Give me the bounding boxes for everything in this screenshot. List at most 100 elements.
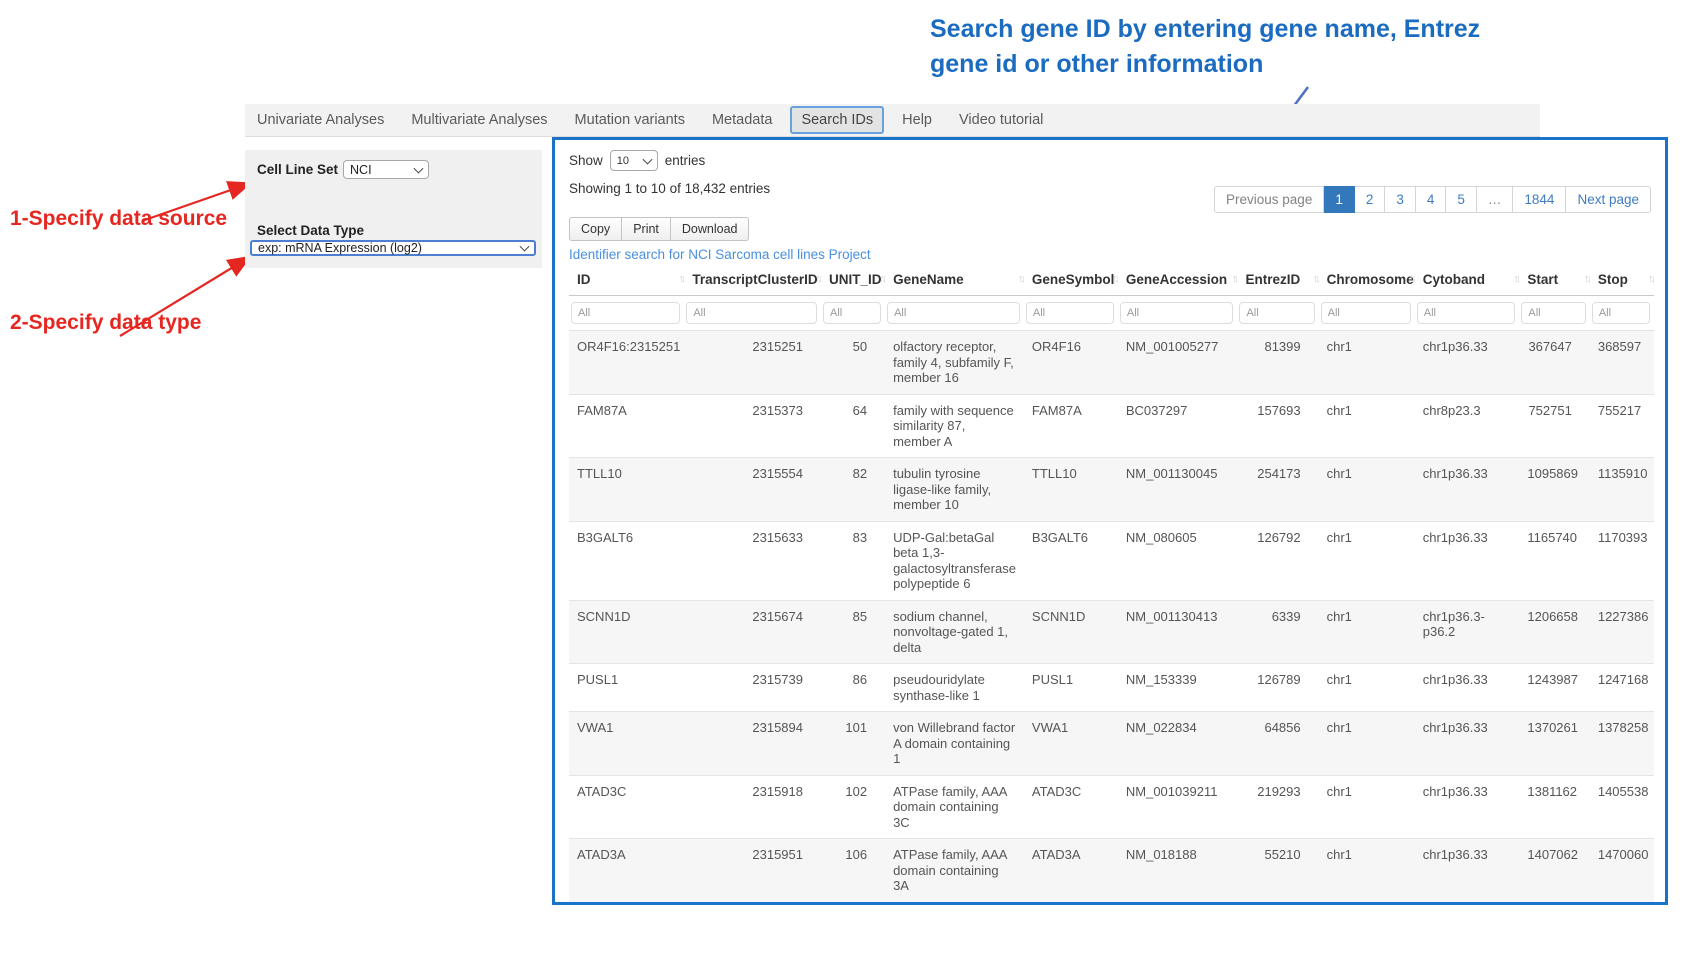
table-row: PUSL1231573986pseudouridylate synthase-l…: [569, 664, 1654, 712]
cell-transcriptclusterid: 2315373: [684, 394, 821, 458]
cell-geneaccession: NM_001130045: [1118, 458, 1238, 522]
sort-icon: ↑↓: [1018, 273, 1023, 285]
annotation-search-note: Search gene ID by entering gene name, En…: [930, 12, 1550, 82]
cell-id: VWA1: [569, 712, 684, 776]
identifier-search-link[interactable]: Identifier search for NCI Sarcoma cell l…: [569, 247, 871, 262]
cell-geneaccession: NM_001005277: [1118, 331, 1238, 395]
page: Search gene ID by entering gene name, En…: [0, 0, 1700, 956]
show-label: Show: [569, 153, 603, 168]
cell-transcriptclusterid: 2315918: [684, 775, 821, 839]
column-header-cytoband[interactable]: Cytoband↑↓: [1415, 266, 1520, 296]
filter-input-genesymbol[interactable]: [1026, 302, 1114, 324]
cell-genesymbol: SCNN1D: [1024, 600, 1118, 664]
filter-input-cytoband[interactable]: [1417, 302, 1516, 324]
tab-metadata[interactable]: Metadata: [712, 112, 772, 128]
page-size-select[interactable]: 10: [610, 150, 658, 171]
page-ellipsis: …: [1477, 186, 1514, 213]
cell-unit-id: 82: [821, 458, 885, 522]
sort-icon: ↑↓: [1513, 273, 1518, 285]
filter-input-transcriptclusterid[interactable]: [686, 302, 817, 324]
page-button-5[interactable]: 5: [1446, 186, 1477, 213]
column-header-genename[interactable]: GeneName↑↓: [885, 266, 1024, 296]
cell-cytoband: chr1p36.33: [1415, 521, 1520, 600]
cell-id: B3GALT6: [569, 521, 684, 600]
page-button-3[interactable]: 3: [1385, 186, 1416, 213]
page-button-2[interactable]: 2: [1355, 186, 1386, 213]
column-header-chromosome[interactable]: Chromosome↑↓: [1319, 266, 1415, 296]
tab-univariate-analyses[interactable]: Univariate Analyses: [257, 112, 384, 128]
cell-id: FAM87A: [569, 394, 684, 458]
cell-unit-id: 85: [821, 600, 885, 664]
cell-genesymbol: TTLL10: [1024, 458, 1118, 522]
column-header-stop[interactable]: Stop↑↓: [1590, 266, 1654, 296]
cell-genename: ATPase family, AAA domain containing 3C: [885, 775, 1024, 839]
cell-genesymbol: ATAD3C: [1024, 775, 1118, 839]
cell-chromosome: chr1: [1319, 394, 1415, 458]
cell-id: ATAD3A: [569, 839, 684, 902]
tab-search-ids[interactable]: Search IDs: [790, 106, 884, 134]
cell-chromosome: chr1: [1319, 331, 1415, 395]
filter-input-geneaccession[interactable]: [1120, 302, 1234, 324]
table-filter-row: [569, 296, 1654, 331]
column-header-entrezid[interactable]: EntrezID↑↓: [1237, 266, 1318, 296]
cell-entrezid: 6339: [1237, 600, 1318, 664]
cell-entrezid: 157693: [1237, 394, 1318, 458]
cell-transcriptclusterid: 2315633: [684, 521, 821, 600]
column-header-id[interactable]: ID↑↓: [569, 266, 684, 296]
data-type-select[interactable]: exp: mRNA Expression (log2): [250, 240, 536, 256]
cell-start: 1095869: [1519, 458, 1589, 522]
tab-multivariate-analyses[interactable]: Multivariate Analyses: [411, 112, 547, 128]
download-button[interactable]: Download: [671, 217, 750, 241]
copy-button[interactable]: Copy: [569, 217, 622, 241]
cell-chromosome: chr1: [1319, 521, 1415, 600]
page-button-4[interactable]: 4: [1416, 186, 1447, 213]
sort-icon: ↑↓: [1313, 273, 1318, 285]
page-size-control: Show 10 entries: [569, 150, 1651, 171]
cell-stop: 1247168: [1590, 664, 1654, 712]
column-header-geneaccession[interactable]: GeneAccession↑↓: [1118, 266, 1238, 296]
cell-entrezid: 55210: [1237, 839, 1318, 902]
cell-line-set-select[interactable]: NCI: [343, 160, 429, 179]
tab-video-tutorial[interactable]: Video tutorial: [959, 112, 1043, 128]
cell-unit-id: 102: [821, 775, 885, 839]
cell-genesymbol: ATAD3A: [1024, 839, 1118, 902]
tab-mutation-variants[interactable]: Mutation variants: [575, 112, 685, 128]
print-button[interactable]: Print: [622, 217, 671, 241]
gene-id-table: ID↑↓TranscriptClusterID↑↓UNIT_ID↑↓GeneNa…: [569, 266, 1654, 902]
column-header-start[interactable]: Start↑↓: [1519, 266, 1589, 296]
cell-chromosome: chr1: [1319, 775, 1415, 839]
cell-start: 1165740: [1519, 521, 1589, 600]
cell-id: ATAD3C: [569, 775, 684, 839]
data-type-value: exp: mRNA Expression (log2): [258, 241, 422, 255]
cell-stop: 1227386: [1590, 600, 1654, 664]
previous-page-button[interactable]: Previous page: [1214, 186, 1324, 213]
page-button-1844[interactable]: 1844: [1513, 186, 1566, 213]
column-header-genesymbol[interactable]: GeneSymbol↑↓: [1024, 266, 1118, 296]
table-row: ATAD3C2315918102ATPase family, AAA domai…: [569, 775, 1654, 839]
filter-input-chromosome[interactable]: [1321, 302, 1411, 324]
page-button-1[interactable]: 1: [1324, 186, 1355, 213]
cell-unit-id: 86: [821, 664, 885, 712]
filter-input-unit-id[interactable]: [823, 302, 881, 324]
tab-help[interactable]: Help: [902, 112, 932, 128]
cell-entrezid: 254173: [1237, 458, 1318, 522]
column-header-unit-id[interactable]: UNIT_ID↑↓: [821, 266, 885, 296]
sort-icon: ↑↓: [1409, 273, 1414, 285]
cell-chromosome: chr1: [1319, 664, 1415, 712]
cell-stop: 1405538: [1590, 775, 1654, 839]
filter-input-stop[interactable]: [1592, 302, 1650, 324]
filter-input-genename[interactable]: [887, 302, 1020, 324]
column-header-transcriptclusterid[interactable]: TranscriptClusterID↑↓: [684, 266, 821, 296]
cell-unit-id: 106: [821, 839, 885, 902]
filter-input-start[interactable]: [1521, 302, 1585, 324]
next-page-button[interactable]: Next page: [1566, 186, 1651, 213]
cell-transcriptclusterid: 2315951: [684, 839, 821, 902]
filter-input-entrezid[interactable]: [1239, 302, 1314, 324]
cell-start: 367647: [1519, 331, 1589, 395]
cell-cytoband: chr1p36.33: [1415, 775, 1520, 839]
cell-unit-id: 101: [821, 712, 885, 776]
cell-id: TTLL10: [569, 458, 684, 522]
filter-input-id[interactable]: [571, 302, 680, 324]
cell-unit-id: 83: [821, 521, 885, 600]
cell-transcriptclusterid: 2315554: [684, 458, 821, 522]
